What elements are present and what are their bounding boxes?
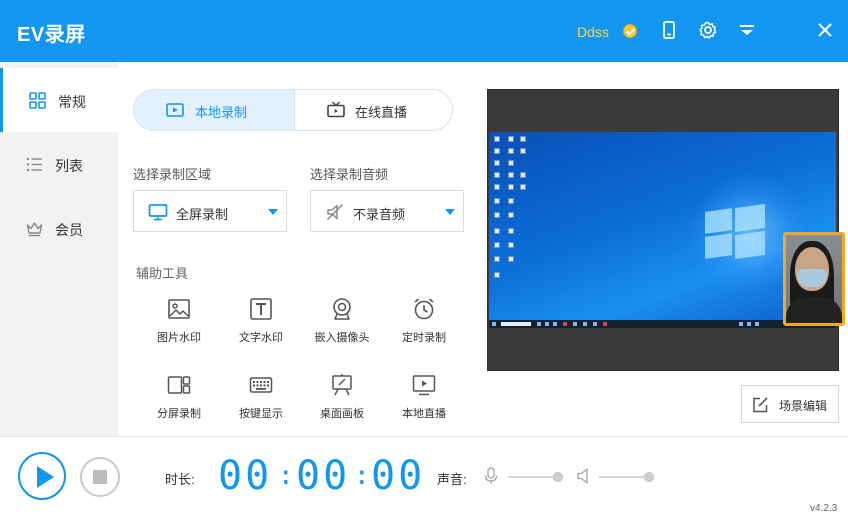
microphone-icon[interactable] bbox=[483, 467, 499, 485]
close-icon[interactable] bbox=[815, 20, 835, 40]
edit-icon bbox=[751, 396, 769, 414]
sidebar-item-member[interactable]: 会员 bbox=[0, 196, 118, 260]
tab-live-stream[interactable]: 在线直播 bbox=[294, 90, 452, 130]
sidebar-item-label: 列表 bbox=[55, 158, 83, 174]
list-icon bbox=[26, 156, 43, 173]
duration-label: 时长: bbox=[165, 472, 195, 487]
microphone-volume-slider[interactable] bbox=[508, 472, 563, 482]
slider-knob[interactable] bbox=[644, 472, 654, 482]
version-label: v4.2.3 bbox=[810, 503, 838, 514]
record-area-label: 选择录制区域 bbox=[133, 167, 212, 182]
tab-label: 本地录制 bbox=[195, 105, 248, 120]
tool-label: 定时录制 bbox=[402, 332, 446, 344]
title-bar: EV录屏 Ddss bbox=[0, 0, 848, 62]
sidebar-item-label: 会员 bbox=[55, 222, 83, 238]
tool-label: 按键显示 bbox=[239, 408, 283, 420]
user-name[interactable]: Ddss bbox=[577, 24, 609, 40]
split-screen-icon bbox=[167, 373, 191, 397]
tool-desktop-drawing-board[interactable]: 桌面画板 bbox=[302, 373, 382, 433]
record-audio-value: 不录音频 bbox=[353, 207, 406, 222]
tool-local-live[interactable]: 本地直播 bbox=[384, 373, 464, 433]
speaker-volume-slider[interactable] bbox=[599, 472, 654, 482]
vip-badge-icon[interactable] bbox=[623, 24, 637, 38]
tool-label: 桌面画板 bbox=[320, 408, 364, 420]
keyboard-icon bbox=[249, 373, 273, 397]
timer-minutes: 00 bbox=[296, 453, 351, 499]
phone-icon[interactable] bbox=[659, 20, 679, 40]
app-title: EV录屏 bbox=[17, 24, 86, 46]
tool-label: 图片水印 bbox=[157, 332, 201, 344]
tool-key-display[interactable]: 按键显示 bbox=[221, 373, 301, 433]
tv-icon bbox=[327, 101, 345, 119]
record-audio-label: 选择录制音频 bbox=[310, 167, 389, 182]
slider-knob[interactable] bbox=[553, 472, 563, 482]
chevron-down-icon bbox=[445, 209, 455, 215]
video-record-icon bbox=[166, 101, 184, 119]
tab-label: 在线直播 bbox=[355, 105, 408, 120]
scene-edit-label: 场景编辑 bbox=[779, 399, 828, 413]
desktop-icons bbox=[492, 134, 530, 284]
alarm-clock-icon bbox=[412, 297, 436, 321]
record-area-select[interactable]: 全屏录制 bbox=[133, 190, 287, 232]
start-record-button[interactable] bbox=[18, 452, 66, 500]
menu-icon[interactable] bbox=[737, 20, 757, 40]
tool-label: 本地直播 bbox=[402, 408, 446, 420]
stop-record-button[interactable] bbox=[80, 457, 120, 497]
timer-separator: : bbox=[354, 461, 370, 491]
tools-label: 辅助工具 bbox=[136, 266, 189, 281]
tool-label: 嵌入摄像头 bbox=[314, 332, 370, 344]
sidebar-item-general[interactable]: 常规 bbox=[0, 68, 118, 132]
easel-icon bbox=[330, 373, 354, 397]
image-icon bbox=[167, 297, 191, 321]
camera-icon bbox=[330, 297, 354, 321]
scene-edit-button[interactable]: 场景编辑 bbox=[741, 385, 839, 423]
tool-text-watermark[interactable]: 文字水印 bbox=[221, 297, 301, 357]
tool-scheduled-record[interactable]: 定时录制 bbox=[384, 297, 464, 357]
text-icon bbox=[249, 297, 273, 321]
sound-label: 声音: bbox=[437, 472, 467, 487]
webcam-overlay[interactable] bbox=[783, 232, 845, 326]
windows-logo bbox=[705, 203, 765, 260]
tab-local-record[interactable]: 本地录制 bbox=[134, 90, 294, 130]
monitor-play-icon bbox=[412, 373, 436, 397]
timer-separator: : bbox=[278, 461, 294, 491]
tool-embed-camera[interactable]: 嵌入摄像头 bbox=[302, 297, 382, 357]
crown-icon bbox=[26, 220, 43, 237]
monitor-icon bbox=[148, 202, 168, 222]
mode-tabs: 本地录制 在线直播 bbox=[133, 89, 453, 131]
record-timer: 00 : 00 : 00 bbox=[218, 453, 426, 499]
tool-label: 分屏录制 bbox=[157, 408, 201, 420]
ev-recorder-window: EV录屏 Ddss 常规 列表 会员 本地录制 在线直播 选择录制区域 选择录制… bbox=[0, 0, 848, 516]
speaker-icon[interactable] bbox=[576, 467, 592, 485]
timer-hours: 00 bbox=[218, 453, 273, 499]
chevron-down-icon bbox=[268, 209, 278, 215]
tool-split-screen[interactable]: 分屏录制 bbox=[139, 373, 219, 433]
record-audio-select[interactable]: 不录音频 bbox=[310, 190, 464, 232]
gear-icon[interactable] bbox=[698, 20, 718, 40]
record-area-value: 全屏录制 bbox=[176, 207, 229, 222]
sidebar: 常规 列表 会员 bbox=[0, 62, 118, 436]
speaker-muted-icon bbox=[325, 202, 345, 222]
sidebar-item-list[interactable]: 列表 bbox=[0, 132, 118, 196]
grid-icon bbox=[29, 92, 46, 109]
tool-label: 文字水印 bbox=[239, 332, 283, 344]
timer-seconds: 00 bbox=[371, 453, 426, 499]
tool-image-watermark[interactable]: 图片水印 bbox=[139, 297, 219, 357]
sidebar-item-label: 常规 bbox=[58, 94, 86, 110]
